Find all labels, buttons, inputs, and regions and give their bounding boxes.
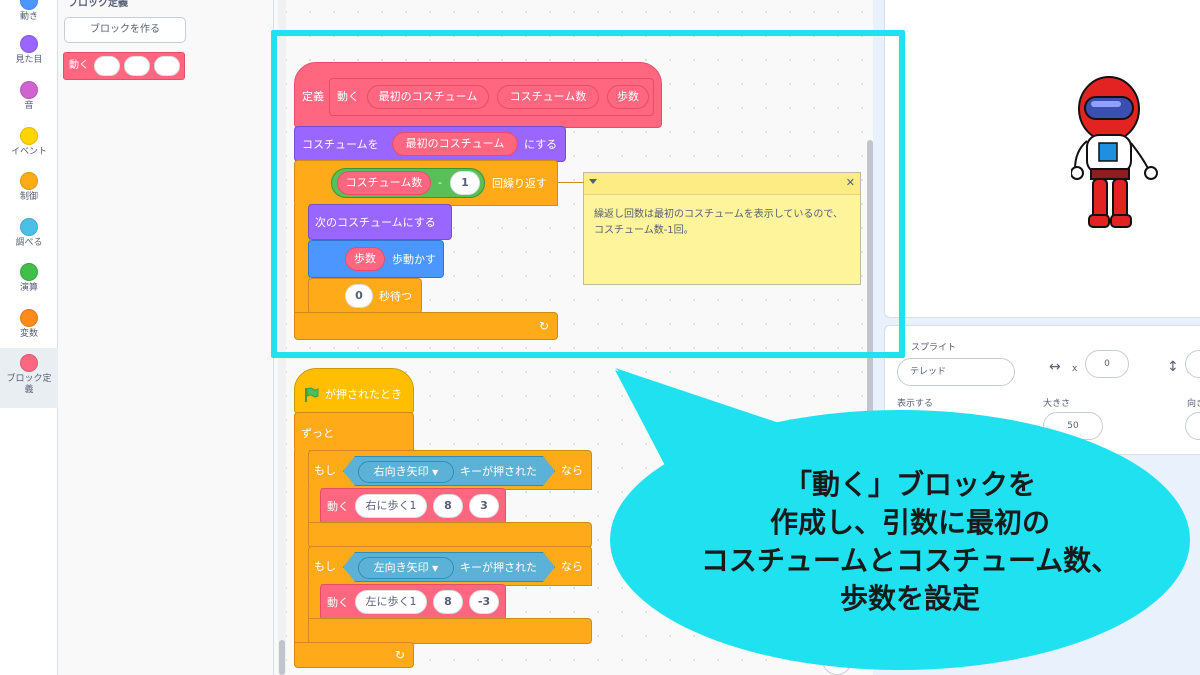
category-label: イベント [10,147,47,157]
category-label: 動き [19,12,38,22]
sensing-dot-icon [20,218,38,236]
call-steps-input[interactable]: 3 [469,494,499,518]
call-block-name: 動く [327,596,349,609]
highlight-frame [271,30,905,358]
call-costume-input[interactable]: 左に歩く1 [355,590,427,614]
callout-line: 「動く」ブロックを [783,468,1036,501]
when-flag-label: が押されたとき [325,388,402,401]
my-blocks-dot-icon [20,354,38,372]
if-block-right[interactable]: もし 右向き矢印 ▼ キーが押された なら [308,450,592,490]
loop-arrow-icon: ↻ [395,648,406,662]
forever-label: ずっと [301,427,334,440]
call-move-block-left[interactable]: 動く 左に歩く1 8 -3 [320,584,506,620]
green-flag-icon [305,387,319,402]
if-block-bottom [308,618,592,644]
block-input-slot[interactable] [154,56,180,76]
key-pressed-sensor[interactable]: 右向き矢印 ▼ キーが押された [343,456,555,486]
then-label: なら [561,464,583,477]
key-dropdown-value: 左向き矢印 [373,561,429,574]
stage[interactable] [884,0,1200,318]
category-motion[interactable]: 動き [0,0,58,38]
category-label: 音 [24,101,34,111]
category-label: ブロック定義 [6,374,52,395]
motion-dot-icon [20,0,38,10]
key-dropdown-value: 右向き矢印 [373,465,429,478]
forever-block[interactable]: ずっと [294,412,414,452]
when-flag-clicked-hat[interactable]: が押されたとき [294,368,414,414]
custom-block-label: 動く [69,60,89,71]
call-move-block-right[interactable]: 動く 右に歩く1 8 3 [320,488,506,524]
make-block-button[interactable]: ブロックを作る [64,17,186,43]
callout-line: 作成し、引数に最初の [769,506,1050,539]
category-sensing[interactable]: 調べる [0,218,58,264]
if-label: もし [314,464,336,477]
looks-dot-icon [20,35,38,53]
then-label: なら [561,560,583,573]
callout-text: 「動く」ブロックを 作成し、引数に最初の コスチュームとコスチューム数、 歩数を… [640,466,1180,618]
variables-dot-icon [20,309,38,327]
callout-line: 歩数を設定 [839,582,980,615]
forever-block-bottom: ↻ [294,642,414,668]
call-costume-input[interactable]: 右に歩く1 [355,494,427,518]
control-dot-icon [20,172,38,190]
operators-dot-icon [20,263,38,281]
if-block-left[interactable]: もし 左向き矢印 ▼ キーが押された なら [308,546,592,586]
events-dot-icon [20,127,38,145]
key-pressed-suffix: キーが押された [460,561,537,574]
key-pressed-suffix: キーが押された [460,465,537,478]
sprite-label: スプライト [911,343,957,353]
category-label: 変数 [19,329,38,339]
dropdown-arrow-icon: ▼ [432,468,439,477]
category-label: 調べる [15,238,43,248]
category-label: 見た目 [15,55,43,65]
category-my-blocks[interactable]: ブロック定義 [0,348,58,408]
category-label: 制御 [19,192,38,202]
if-block-bottom [308,522,592,548]
category-operators[interactable]: 演算 [0,263,58,309]
category-sidebar: 動き 見た目 音 イベント 制御 調べる 演算 変数 ブロック定義 [0,0,58,675]
call-count-input[interactable]: 8 [433,590,463,614]
callout-line: コスチュームとコスチューム数、 [700,544,1120,577]
category-label: 演算 [19,283,38,293]
block-palette: ブロック定義 ブロックを作る 動く [58,0,274,675]
key-pressed-sensor[interactable]: 左向き矢印 ▼ キーが押された [343,552,555,582]
if-label: もし [314,560,336,573]
robot-sprite[interactable] [1071,73,1161,235]
sound-dot-icon [20,81,38,99]
block-input-slot[interactable] [124,56,150,76]
key-dropdown[interactable]: 左向き矢印 ▼ [358,557,454,579]
palette-custom-block[interactable]: 動く [63,52,185,80]
dropdown-arrow-icon: ▼ [432,564,439,573]
block-input-slot[interactable] [94,56,120,76]
call-block-name: 動く [327,500,349,513]
call-steps-input[interactable]: -3 [469,590,499,614]
call-count-input[interactable]: 8 [433,494,463,518]
category-looks[interactable]: 見た目 [0,35,58,81]
category-control[interactable]: 制御 [0,172,58,218]
category-events[interactable]: イベント [0,127,58,173]
palette-section-title: ブロック定義 [68,0,128,9]
key-dropdown[interactable]: 右向き矢印 ▼ [358,461,454,483]
category-sound[interactable]: 音 [0,81,58,127]
